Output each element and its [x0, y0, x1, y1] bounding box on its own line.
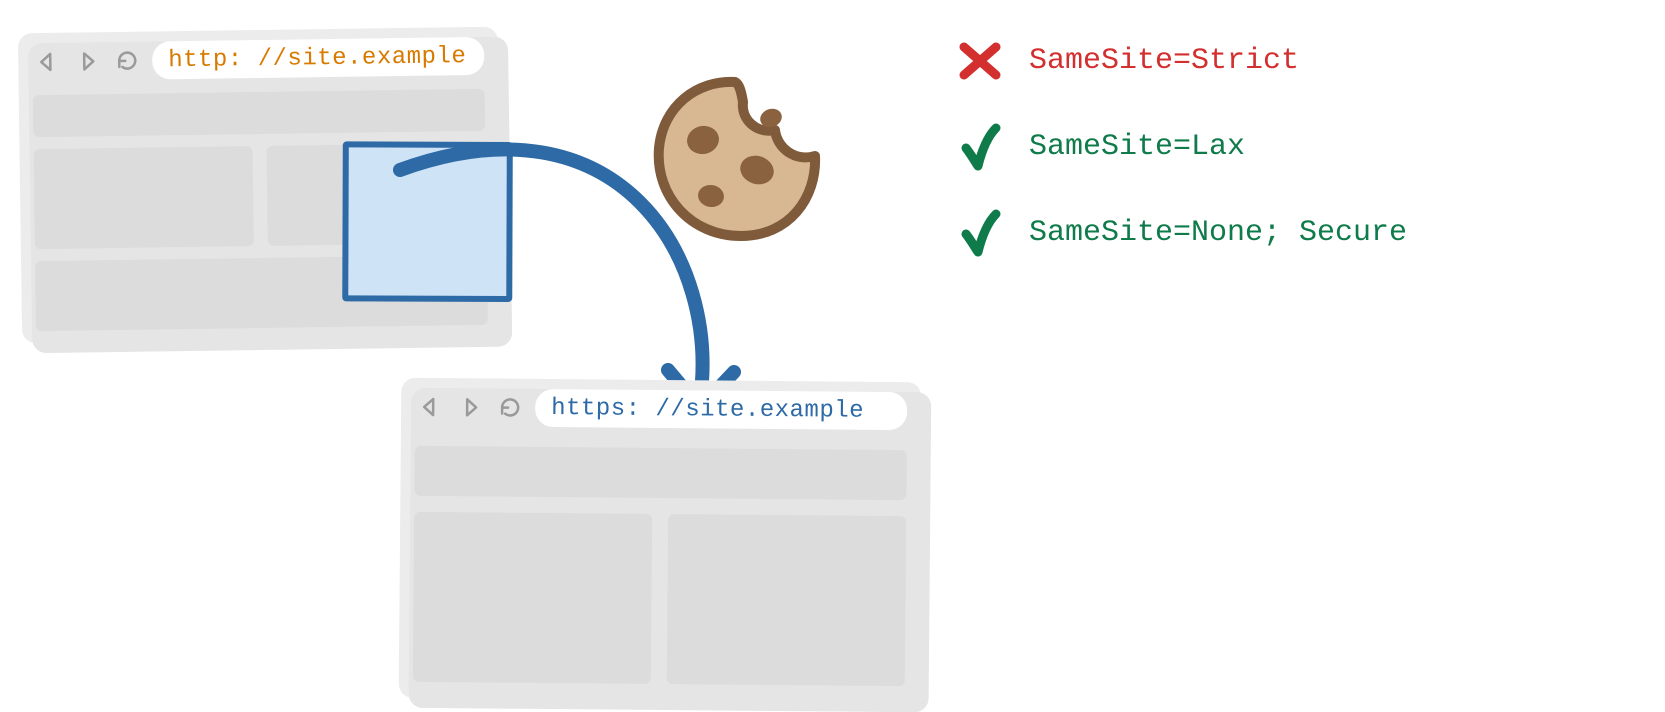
cookie-icon	[645, 70, 825, 250]
page-body	[19, 83, 503, 346]
legend-label: SameSite=Lax	[1029, 130, 1245, 164]
browser-toolbar: http: //site.example	[18, 27, 499, 90]
browser-window-target: https: //site.example	[399, 378, 922, 703]
samesite-legend: SameSite=Strict SameSite=Lax SameSite=No…	[955, 36, 1407, 294]
check-icon	[955, 122, 1005, 172]
reload-icon	[495, 393, 525, 423]
reload-icon	[112, 46, 142, 76]
legend-label: SameSite=Strict	[1029, 44, 1299, 78]
url-text: http: //site.example	[168, 43, 466, 74]
content-placeholder	[667, 514, 906, 686]
content-placeholder	[414, 446, 906, 500]
back-icon	[32, 47, 62, 77]
cross-icon	[955, 36, 1005, 86]
browser-toolbar: https: //site.example	[401, 378, 921, 439]
content-placeholder	[33, 89, 486, 137]
forward-icon	[72, 46, 102, 76]
url-text: https: //site.example	[551, 395, 864, 425]
legend-row-none: SameSite=None; Secure	[955, 208, 1407, 258]
page-body	[399, 434, 921, 701]
address-bar: https: //site.example	[535, 389, 907, 430]
legend-row-strict: SameSite=Strict	[955, 36, 1407, 86]
content-placeholder	[413, 512, 652, 684]
forward-icon	[455, 392, 485, 422]
check-icon	[955, 208, 1005, 258]
legend-label: SameSite=None; Secure	[1029, 216, 1407, 250]
content-placeholder	[33, 146, 253, 249]
back-icon	[415, 392, 445, 422]
cross-site-link-area	[342, 141, 513, 302]
diagram-stage: http: //site.example	[0, 0, 1665, 712]
legend-row-lax: SameSite=Lax	[955, 122, 1407, 172]
browser-window-source: http: //site.example	[18, 27, 502, 344]
address-bar: http: //site.example	[152, 37, 484, 80]
